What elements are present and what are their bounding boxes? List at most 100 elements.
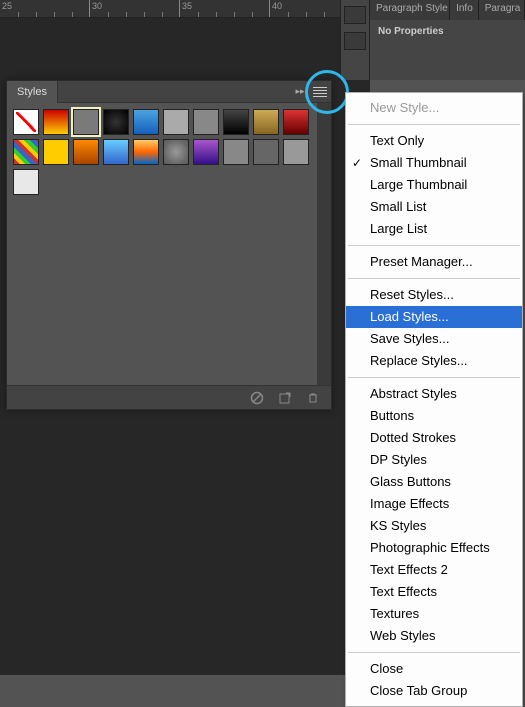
clear-style-icon[interactable] xyxy=(249,390,265,406)
dock-tabs: Paragraph Style Info Paragra xyxy=(370,0,525,20)
menu-item-large-list[interactable]: Large List xyxy=(346,218,522,240)
menu-item-label: Abstract Styles xyxy=(370,386,457,401)
menu-item-text-effects-2[interactable]: Text Effects 2 xyxy=(346,559,522,581)
menu-item-label: New Style... xyxy=(370,100,439,115)
menu-item-label: KS Styles xyxy=(370,518,426,533)
style-swatch[interactable] xyxy=(13,169,39,195)
ruler-horizontal: 25303540 xyxy=(0,0,370,18)
tab-info[interactable]: Info xyxy=(450,0,479,20)
menu-item-label: Text Only xyxy=(370,133,424,148)
tab-paragraph-style[interactable]: Paragraph Style xyxy=(370,0,450,20)
scrollbar-vertical[interactable] xyxy=(317,103,331,385)
menu-item-small-list[interactable]: Small List xyxy=(346,196,522,218)
flyout-menu-button[interactable] xyxy=(309,83,331,101)
menu-item-small-thumbnail[interactable]: ✓ Small Thumbnail xyxy=(346,152,522,174)
menu-item-label: Close Tab Group xyxy=(370,683,467,698)
menu-item-label: Large List xyxy=(370,221,427,236)
style-swatch[interactable] xyxy=(283,109,309,135)
delete-icon[interactable] xyxy=(305,390,321,406)
style-swatch[interactable] xyxy=(193,109,219,135)
menu-item-dotted-strokes[interactable]: Dotted Strokes xyxy=(346,427,522,449)
style-swatch[interactable] xyxy=(73,109,99,135)
panel-tabbar: Styles ▸▸ xyxy=(7,81,331,103)
menu-item-buttons[interactable]: Buttons xyxy=(346,405,522,427)
style-swatch[interactable] xyxy=(163,139,189,165)
menu-item-load-styles[interactable]: Load Styles... xyxy=(346,306,522,328)
menu-separator xyxy=(348,124,520,125)
menu-item-label: Load Styles... xyxy=(370,309,449,324)
menu-item-dp-styles[interactable]: DP Styles xyxy=(346,449,522,471)
ruler-mark: 30 xyxy=(90,0,180,18)
menu-separator xyxy=(348,245,520,246)
style-swatch[interactable] xyxy=(283,139,309,165)
menu-item-web-styles[interactable]: Web Styles xyxy=(346,625,522,647)
menu-item-abstract-styles[interactable]: Abstract Styles xyxy=(346,383,522,405)
style-swatch[interactable] xyxy=(163,109,189,135)
menu-separator xyxy=(348,278,520,279)
menu-item-textures[interactable]: Textures xyxy=(346,603,522,625)
dock-body-text: No Properties xyxy=(370,20,525,43)
style-swatch[interactable] xyxy=(133,139,159,165)
style-swatch[interactable] xyxy=(43,139,69,165)
menu-item-photographic-effects[interactable]: Photographic Effects xyxy=(346,537,522,559)
style-swatch[interactable] xyxy=(193,139,219,165)
menu-item-ks-styles[interactable]: KS Styles xyxy=(346,515,522,537)
menu-item-label: Image Effects xyxy=(370,496,449,511)
menu-item-new-style: New Style... xyxy=(346,97,522,119)
menu-item-label: Dotted Strokes xyxy=(370,430,456,445)
menu-item-text-effects[interactable]: Text Effects xyxy=(346,581,522,603)
menu-item-close[interactable]: Close xyxy=(346,658,522,680)
menu-item-reset-styles[interactable]: Reset Styles... xyxy=(346,284,522,306)
style-swatch[interactable] xyxy=(103,109,129,135)
style-swatch[interactable] xyxy=(133,109,159,135)
check-icon: ✓ xyxy=(352,154,362,172)
flyout-menu: New Style... Text Only ✓ Small Thumbnail Lar… xyxy=(345,92,523,707)
style-swatch[interactable] xyxy=(13,109,39,135)
menu-item-label: Replace Styles... xyxy=(370,353,468,368)
style-swatch[interactable] xyxy=(253,139,279,165)
swatch-grid xyxy=(7,103,331,201)
menu-item-label: Save Styles... xyxy=(370,331,449,346)
style-swatch[interactable] xyxy=(253,109,279,135)
ruler-mark: 25 xyxy=(0,0,90,18)
style-swatch[interactable] xyxy=(73,139,99,165)
dock-icon-column xyxy=(340,0,370,80)
menu-item-label: Textures xyxy=(370,606,419,621)
menu-item-label: DP Styles xyxy=(370,452,427,467)
menu-item-label: Reset Styles... xyxy=(370,287,454,302)
menu-separator xyxy=(348,377,520,378)
menu-item-label: Small Thumbnail xyxy=(370,155,467,170)
menu-item-label: Photographic Effects xyxy=(370,540,490,555)
ruler-mark: 35 xyxy=(180,0,270,18)
menu-item-text-only[interactable]: Text Only xyxy=(346,130,522,152)
right-dock-panel: Paragraph Style Info Paragra No Properti… xyxy=(369,0,525,80)
menu-item-label: Large Thumbnail xyxy=(370,177,467,192)
style-swatch[interactable] xyxy=(103,139,129,165)
new-style-icon[interactable] xyxy=(277,390,293,406)
dock-button-grid[interactable] xyxy=(344,32,366,50)
style-swatch[interactable] xyxy=(223,109,249,135)
menu-item-image-effects[interactable]: Image Effects xyxy=(346,493,522,515)
tab-paragraph2[interactable]: Paragra xyxy=(479,0,525,20)
style-swatch[interactable] xyxy=(13,139,39,165)
menu-item-label: Buttons xyxy=(370,408,414,423)
tab-styles[interactable]: Styles xyxy=(7,81,58,103)
menu-item-close-tab-group[interactable]: Close Tab Group xyxy=(346,680,522,702)
menu-item-label: Text Effects 2 xyxy=(370,562,448,577)
menu-item-save-styles[interactable]: Save Styles... xyxy=(346,328,522,350)
menu-item-replace-styles[interactable]: Replace Styles... xyxy=(346,350,522,372)
styles-panel: Styles ▸▸ xyxy=(6,80,332,410)
dock-button-paragraph[interactable] xyxy=(344,6,366,24)
style-swatch[interactable] xyxy=(43,109,69,135)
menu-separator xyxy=(348,652,520,653)
menu-item-label: Preset Manager... xyxy=(370,254,473,269)
menu-item-large-thumbnail[interactable]: Large Thumbnail xyxy=(346,174,522,196)
menu-item-glass-buttons[interactable]: Glass Buttons xyxy=(346,471,522,493)
menu-item-preset-manager[interactable]: Preset Manager... xyxy=(346,251,522,273)
menu-icon xyxy=(313,87,327,97)
menu-item-label: Text Effects xyxy=(370,584,437,599)
menu-item-label: Small List xyxy=(370,199,426,214)
style-swatch[interactable] xyxy=(223,139,249,165)
menu-item-label: Web Styles xyxy=(370,628,436,643)
collapse-icon[interactable]: ▸▸ xyxy=(291,83,309,101)
